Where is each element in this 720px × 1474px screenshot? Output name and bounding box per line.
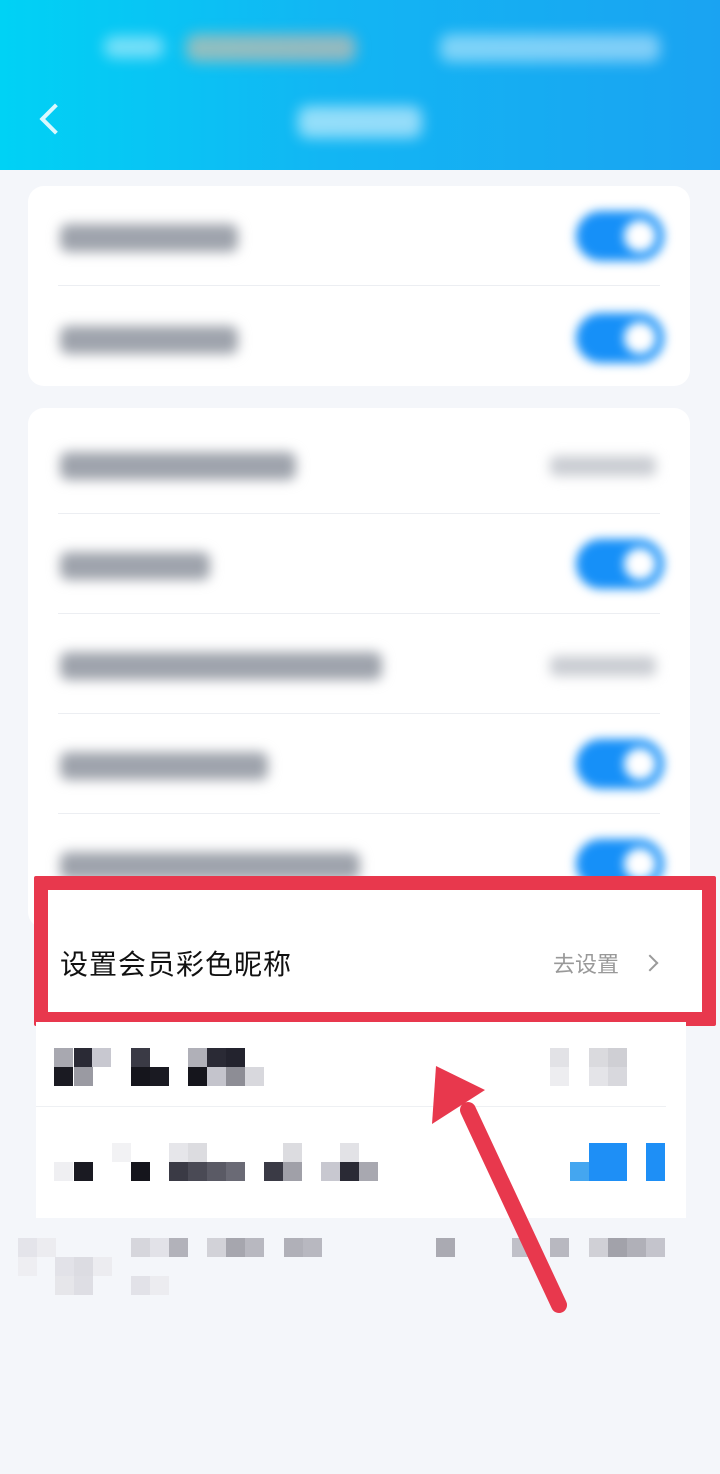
mosaic-block (283, 1143, 302, 1162)
mosaic-block (608, 1067, 627, 1086)
row-label (60, 224, 238, 252)
mosaic-block (150, 1276, 169, 1295)
row-value (550, 456, 656, 476)
row-toggle[interactable] (576, 739, 664, 789)
mosaic-block (188, 1048, 207, 1067)
mosaic-block (512, 1238, 531, 1257)
mosaic-block (74, 1276, 93, 1295)
settings-card-2 (28, 408, 690, 928)
mosaic-block (550, 1238, 569, 1257)
mosaic-block (436, 1238, 455, 1257)
mosaic-block (589, 1162, 608, 1181)
mosaic-block (284, 1238, 303, 1257)
mosaic-block (550, 1048, 569, 1067)
mosaic-block (74, 1067, 93, 1086)
mosaic-block (54, 1067, 73, 1086)
mosaic-block (627, 1238, 646, 1257)
row-label (60, 752, 268, 780)
row-toggle[interactable] (576, 211, 664, 261)
mosaic-block (92, 1048, 111, 1067)
mosaic-block (589, 1143, 608, 1162)
mosaic-block (131, 1067, 150, 1086)
mosaic-block (264, 1162, 283, 1181)
settings-row[interactable] (28, 288, 690, 388)
mosaic-block (283, 1162, 302, 1181)
mosaic-block (112, 1143, 131, 1162)
mosaic-block (570, 1162, 589, 1181)
mosaic-block (54, 1048, 73, 1067)
row-toggle[interactable] (576, 539, 664, 589)
mosaic-block (608, 1143, 627, 1162)
mosaic-block (169, 1162, 188, 1181)
mosaic-block (131, 1238, 150, 1257)
mosaic-block (245, 1238, 264, 1257)
mosaic-block (207, 1067, 226, 1086)
mosaic-block (188, 1162, 207, 1181)
mosaic-block (18, 1257, 37, 1276)
mosaic-block (608, 1238, 627, 1257)
row-toggle[interactable] (576, 313, 664, 363)
mosaic-block (74, 1162, 93, 1181)
mosaic-block (55, 1257, 74, 1276)
row-label (60, 652, 382, 680)
mosaic-block (207, 1048, 226, 1067)
mosaic-block (589, 1048, 608, 1067)
mosaic-block (131, 1162, 150, 1181)
settings-row[interactable] (28, 714, 690, 814)
settings-row[interactable] (28, 414, 690, 514)
row-label (60, 552, 210, 580)
mosaic-block (340, 1143, 359, 1162)
highlight-frame (34, 876, 716, 1026)
settings-row[interactable] (28, 186, 690, 286)
mosaic-block (303, 1238, 322, 1257)
mosaic-block (37, 1238, 56, 1257)
mosaic-block (226, 1238, 245, 1257)
mosaic-block (646, 1162, 665, 1181)
settings-card-1 (28, 186, 690, 386)
mosaic-block (589, 1238, 608, 1257)
mosaic-block (93, 1257, 112, 1276)
mosaic-block (150, 1067, 169, 1086)
mosaic-block (646, 1143, 665, 1162)
mosaic-block (169, 1238, 188, 1257)
app-header (0, 0, 720, 170)
mosaic-block (226, 1162, 245, 1181)
row-label (60, 326, 238, 354)
mosaic-block (55, 1276, 74, 1295)
mosaic-block (608, 1048, 627, 1067)
mosaic-block (646, 1238, 665, 1257)
status-bar (0, 0, 720, 170)
mosaic-block (188, 1067, 207, 1086)
divider (36, 1106, 666, 1107)
settings-row[interactable] (28, 614, 690, 714)
mosaic-block (550, 1067, 569, 1086)
mosaic-block (359, 1162, 378, 1181)
row-label (60, 452, 296, 480)
mosaic-block (150, 1238, 169, 1257)
mosaic-block (226, 1067, 245, 1086)
row-value (550, 656, 656, 676)
mosaic-block (589, 1067, 608, 1086)
mosaic-block (608, 1162, 627, 1181)
settings-row[interactable] (28, 514, 690, 614)
mosaic-block (131, 1276, 150, 1295)
mosaic-block (169, 1143, 188, 1162)
mosaic-block (207, 1162, 226, 1181)
mosaic-block (207, 1238, 226, 1257)
mosaic-block (188, 1143, 207, 1162)
mosaic-block (74, 1257, 93, 1276)
mosaic-block (340, 1162, 359, 1181)
divider (58, 285, 660, 286)
mosaic-block (54, 1162, 73, 1181)
mosaic-block (131, 1048, 150, 1067)
mosaic-block (226, 1048, 245, 1067)
mosaic-block (74, 1048, 93, 1067)
mosaic-block (321, 1162, 340, 1181)
mosaic-block (18, 1238, 37, 1257)
mosaic-block (245, 1067, 264, 1086)
